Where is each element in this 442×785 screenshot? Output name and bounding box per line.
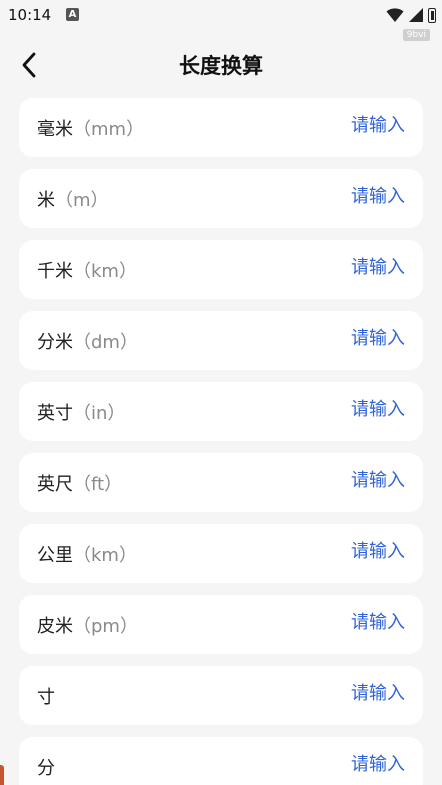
unit-symbol: （pm） (73, 616, 138, 637)
unit-name: 分米 (37, 332, 73, 353)
unit-symbol: （m） (55, 190, 109, 211)
unit-row-ft: 英尺（ft） (19, 453, 423, 512)
signal-icon (409, 8, 423, 22)
unit-label: 英寸（in） (37, 399, 125, 425)
km-input[interactable] (285, 257, 405, 278)
cun-input[interactable] (285, 683, 405, 704)
unit-row-m: 米（m） (19, 169, 423, 228)
unit-name: 英尺 (37, 474, 73, 495)
screen: 10:14 A 9bvi 长度换算 毫米（mm） 米（m） (0, 0, 442, 785)
header: 长度换算 (0, 40, 442, 90)
unit-label: 毫米（mm） (37, 115, 144, 141)
unit-name: 英寸 (37, 403, 73, 424)
notification-icon: A (66, 8, 79, 21)
unit-name: 皮米 (37, 616, 73, 637)
unit-row-km: 千米（km） (19, 240, 423, 299)
unit-name: 千米 (37, 261, 73, 282)
unit-name: 米 (37, 190, 55, 211)
unit-row-pm: 皮米（pm） (19, 595, 423, 654)
unit-name: 分 (37, 758, 55, 779)
unit-label: 皮米（pm） (37, 612, 138, 638)
fen-input[interactable] (285, 754, 405, 775)
unit-label: 米（m） (37, 186, 109, 212)
unit-name: 公里 (37, 545, 73, 566)
unit-label: 分 (37, 754, 55, 780)
unit-symbol: （in） (73, 403, 126, 424)
unit-label: 千米（km） (37, 257, 137, 283)
unit-label: 寸 (37, 683, 55, 709)
m-input[interactable] (285, 186, 405, 207)
unit-row-in: 英寸（in） (19, 382, 423, 441)
unit-row-mm: 毫米（mm） (19, 98, 423, 157)
pm-input[interactable] (285, 612, 405, 633)
wifi-icon (386, 8, 404, 22)
unit-row-gongli: 公里（km） (19, 524, 423, 583)
status-icons (386, 6, 436, 24)
unit-row-dm: 分米（dm） (19, 311, 423, 370)
mm-input[interactable] (285, 115, 405, 136)
unit-symbol: （km） (73, 545, 137, 566)
page-title: 长度换算 (179, 54, 263, 78)
dm-input[interactable] (285, 328, 405, 349)
status-time: 10:14 (8, 6, 52, 24)
unit-symbol: （ft） (73, 474, 123, 495)
unit-name: 毫米 (37, 119, 73, 140)
unit-label: 分米（dm） (37, 328, 138, 354)
unit-symbol: （km） (73, 261, 137, 282)
unit-symbol: （mm） (73, 119, 145, 140)
unit-label: 公里（km） (37, 541, 137, 567)
inch-input[interactable] (285, 399, 405, 420)
corner-accent (0, 765, 4, 785)
foot-input[interactable] (285, 470, 405, 491)
unit-list: 毫米（mm） 米（m） 千米（km） 分米（dm） 英寸（in） 英尺（ft） … (19, 98, 423, 785)
unit-row-cun: 寸 (19, 666, 423, 725)
battery-icon (428, 7, 436, 23)
unit-name: 寸 (37, 687, 55, 708)
unit-row-fen: 分 (19, 737, 423, 785)
gongli-input[interactable] (285, 541, 405, 562)
status-bar: 10:14 A 9bvi (0, 0, 442, 41)
unit-label: 英尺（ft） (37, 470, 122, 496)
unit-symbol: （dm） (73, 332, 138, 353)
